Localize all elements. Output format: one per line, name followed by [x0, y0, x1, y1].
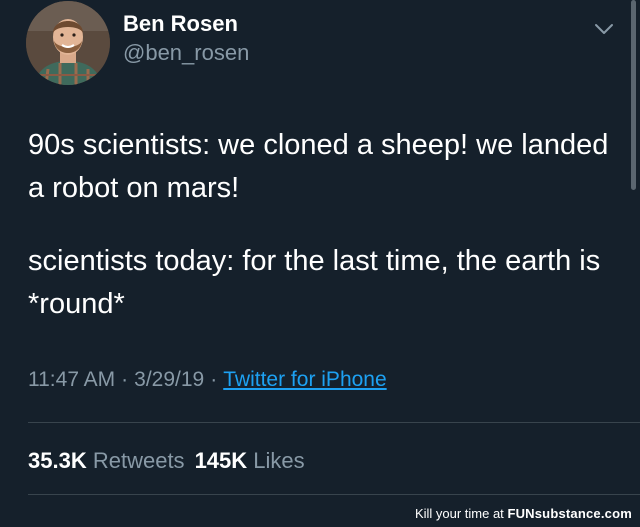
source-link[interactable]: Twitter for iPhone: [223, 368, 386, 391]
author-handle[interactable]: @ben_rosen: [123, 40, 249, 66]
watermark: Kill your time at FUNsubstance.com: [415, 506, 632, 521]
tweet-detail: Ben Rosen @ben_rosen 90s scientists: we …: [0, 0, 640, 527]
tweet-text-paragraph: scientists today: for the last time, the…: [28, 245, 601, 320]
separator: ·: [210, 368, 218, 391]
likes-label: Likes: [253, 448, 305, 473]
engagement-stats: 35.3K Retweets 145K Likes: [28, 448, 305, 474]
tweet-metadata: 11:47 AM · 3/29/19 · Twitter for iPhone: [28, 368, 387, 392]
divider: [28, 494, 640, 495]
scrollbar[interactable]: [631, 0, 636, 190]
avatar-photo: [26, 1, 110, 85]
tweet-time: 11:47 AM: [28, 368, 116, 391]
likes-stat[interactable]: 145K Likes: [195, 448, 305, 473]
separator: ·: [121, 368, 129, 391]
watermark-text: Kill your time at: [414, 506, 504, 521]
retweets-label: Retweets: [92, 448, 185, 473]
watermark-brand: FUNsubstance.com: [507, 506, 632, 521]
likes-count: 145K: [194, 448, 248, 473]
tweet-date: 3/29/19: [134, 368, 205, 391]
avatar[interactable]: [26, 1, 110, 85]
retweets-count: 35.3K: [28, 448, 87, 473]
divider: [28, 422, 640, 423]
chevron-down-icon[interactable]: [592, 19, 616, 39]
retweets-stat[interactable]: 35.3K Retweets: [28, 448, 185, 473]
tweet-text-paragraph: 90s scientists: we cloned a sheep! we la…: [28, 129, 609, 204]
author-name[interactable]: Ben Rosen: [123, 11, 238, 37]
